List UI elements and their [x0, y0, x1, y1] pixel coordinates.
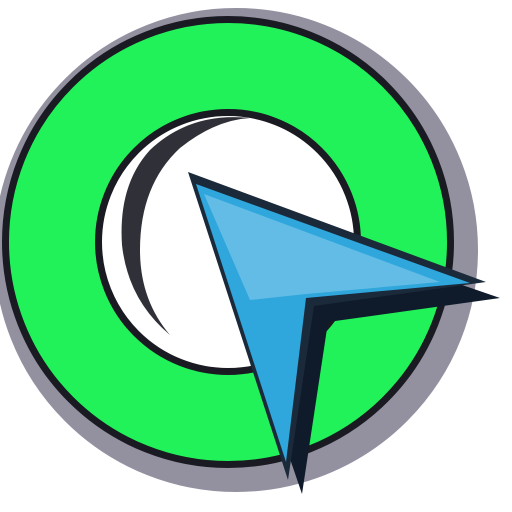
cursor-target-icon [0, 8, 500, 494]
app-icon [0, 0, 512, 512]
